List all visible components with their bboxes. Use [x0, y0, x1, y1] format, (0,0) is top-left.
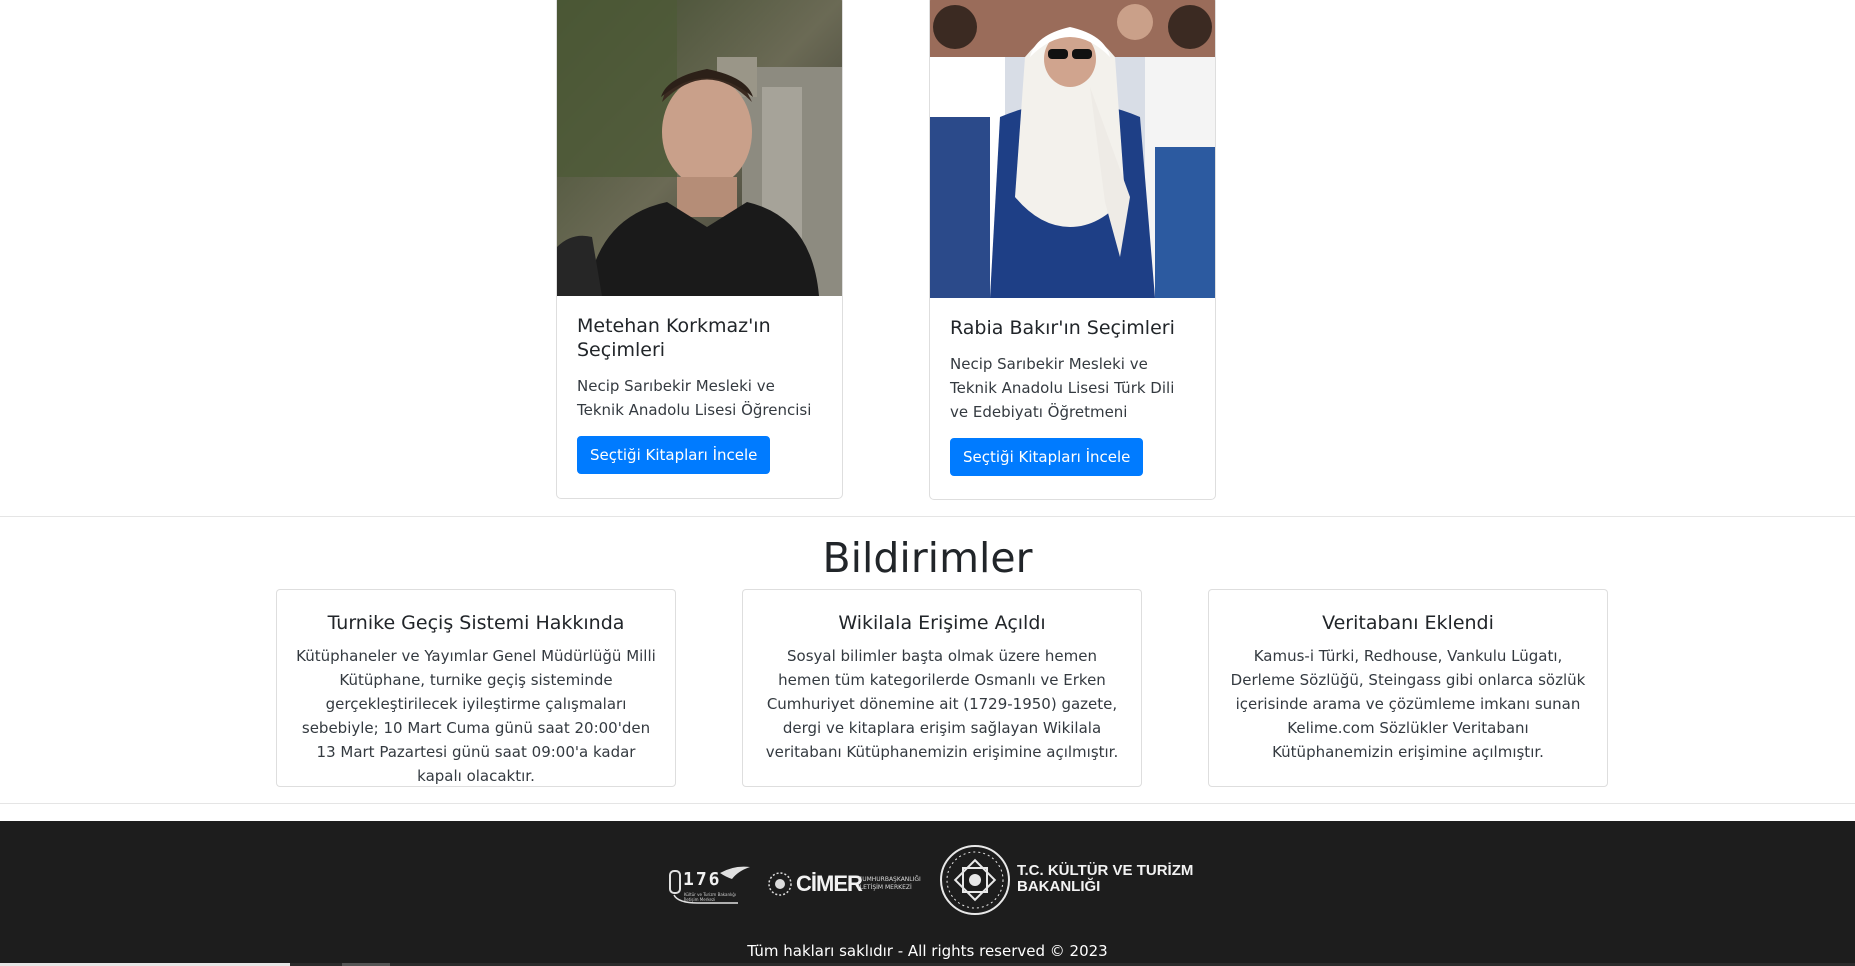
ministry-name-line1: T.C. KÜLTÜR VE TURİZM	[1017, 862, 1194, 879]
footer-logos: 176 Kültür ve Turizm Bakanlığı İletişim …	[0, 843, 1855, 917]
person-card-rabia: Rabia Bakır'ın Seçimleri Necip Sarıbekir…	[929, 0, 1216, 500]
person-photo-image	[557, 0, 842, 296]
person-description: Necip Sarıbekir Mesleki ve Teknik Anadol…	[577, 377, 812, 419]
cimer-subtitle-1: CUMHURBAŞKANLIĞI	[858, 876, 921, 883]
logo-cimer[interactable]: CİMER CUMHURBAŞKANLIĞI İLETİŞİM MERKEZİ	[767, 869, 932, 899]
notification-card: Turnike Geçiş Sistemi Hakkında Kütüphane…	[276, 589, 676, 787]
cimer-emblem-icon	[768, 872, 792, 896]
notification-text: Kamus-i Türki, Redhouse, Vankulu Lügatı,…	[1230, 647, 1586, 761]
cimer-subtitle-2: İLETİŞİM MERKEZİ	[858, 884, 912, 891]
person-name: Metehan Korkmaz'ın Seçimleri	[577, 315, 771, 361]
ministry-seal-icon	[940, 845, 1010, 915]
person-photo-image	[930, 0, 1215, 298]
notifications-heading: Bildirimler	[822, 534, 1033, 582]
view-books-button[interactable]: Seçtiği Kitapları İncele	[577, 436, 771, 474]
logo-176-number: 176	[683, 869, 722, 890]
person-name: Rabia Bakır'ın Seçimleri	[950, 317, 1175, 339]
logo-176[interactable]: 176 Kültür ve Turizm Bakanlığı İletişim …	[668, 863, 753, 907]
section-divider	[0, 516, 1855, 517]
notification-text: Sosyal bilimler başta olmak üzere hemen …	[765, 647, 1119, 761]
notification-title: Veritabanı Eklendi	[1322, 612, 1494, 634]
notification-title: Turnike Geçiş Sistemi Hakkında	[327, 612, 625, 634]
cimer-name: CİMER	[796, 871, 863, 896]
logo-176-subtitle: Kültür ve Turizm Bakanlığı İletişim Merk…	[684, 892, 736, 902]
footer: 176 Kültür ve Turizm Bakanlığı İletişim …	[0, 821, 1855, 966]
person-photo	[557, 0, 842, 296]
view-books-button[interactable]: Seçtiği Kitapları İncele	[950, 438, 1144, 476]
section-divider	[0, 803, 1855, 804]
notification-text: Kütüphaneler ve Yayımlar Genel Müdürlüğü…	[296, 647, 656, 785]
ministry-name-line2: BAKANLIĞI	[1017, 878, 1101, 895]
notification-card: Veritabanı Eklendi Kamus-i Türki, Redhou…	[1208, 589, 1608, 787]
notification-card: Wikilala Erişime Açıldı Sosyal bilimler …	[742, 589, 1142, 787]
notification-title: Wikilala Erişime Açıldı	[838, 612, 1046, 634]
copyright-text: Tüm hakları saklıdır - All rights reserv…	[747, 942, 1108, 960]
person-description: Necip Sarıbekir Mesleki ve Teknik Anadol…	[950, 355, 1175, 421]
page: Metehan Korkmaz'ın Seçimleri Necip Sarıb…	[0, 0, 1855, 966]
person-photo	[930, 0, 1215, 298]
logo-ministry[interactable]: T.C. KÜLTÜR VE TURİZM BAKANLIĞI	[939, 843, 1194, 917]
person-card-metehan: Metehan Korkmaz'ın Seçimleri Necip Sarıb…	[556, 0, 843, 499]
